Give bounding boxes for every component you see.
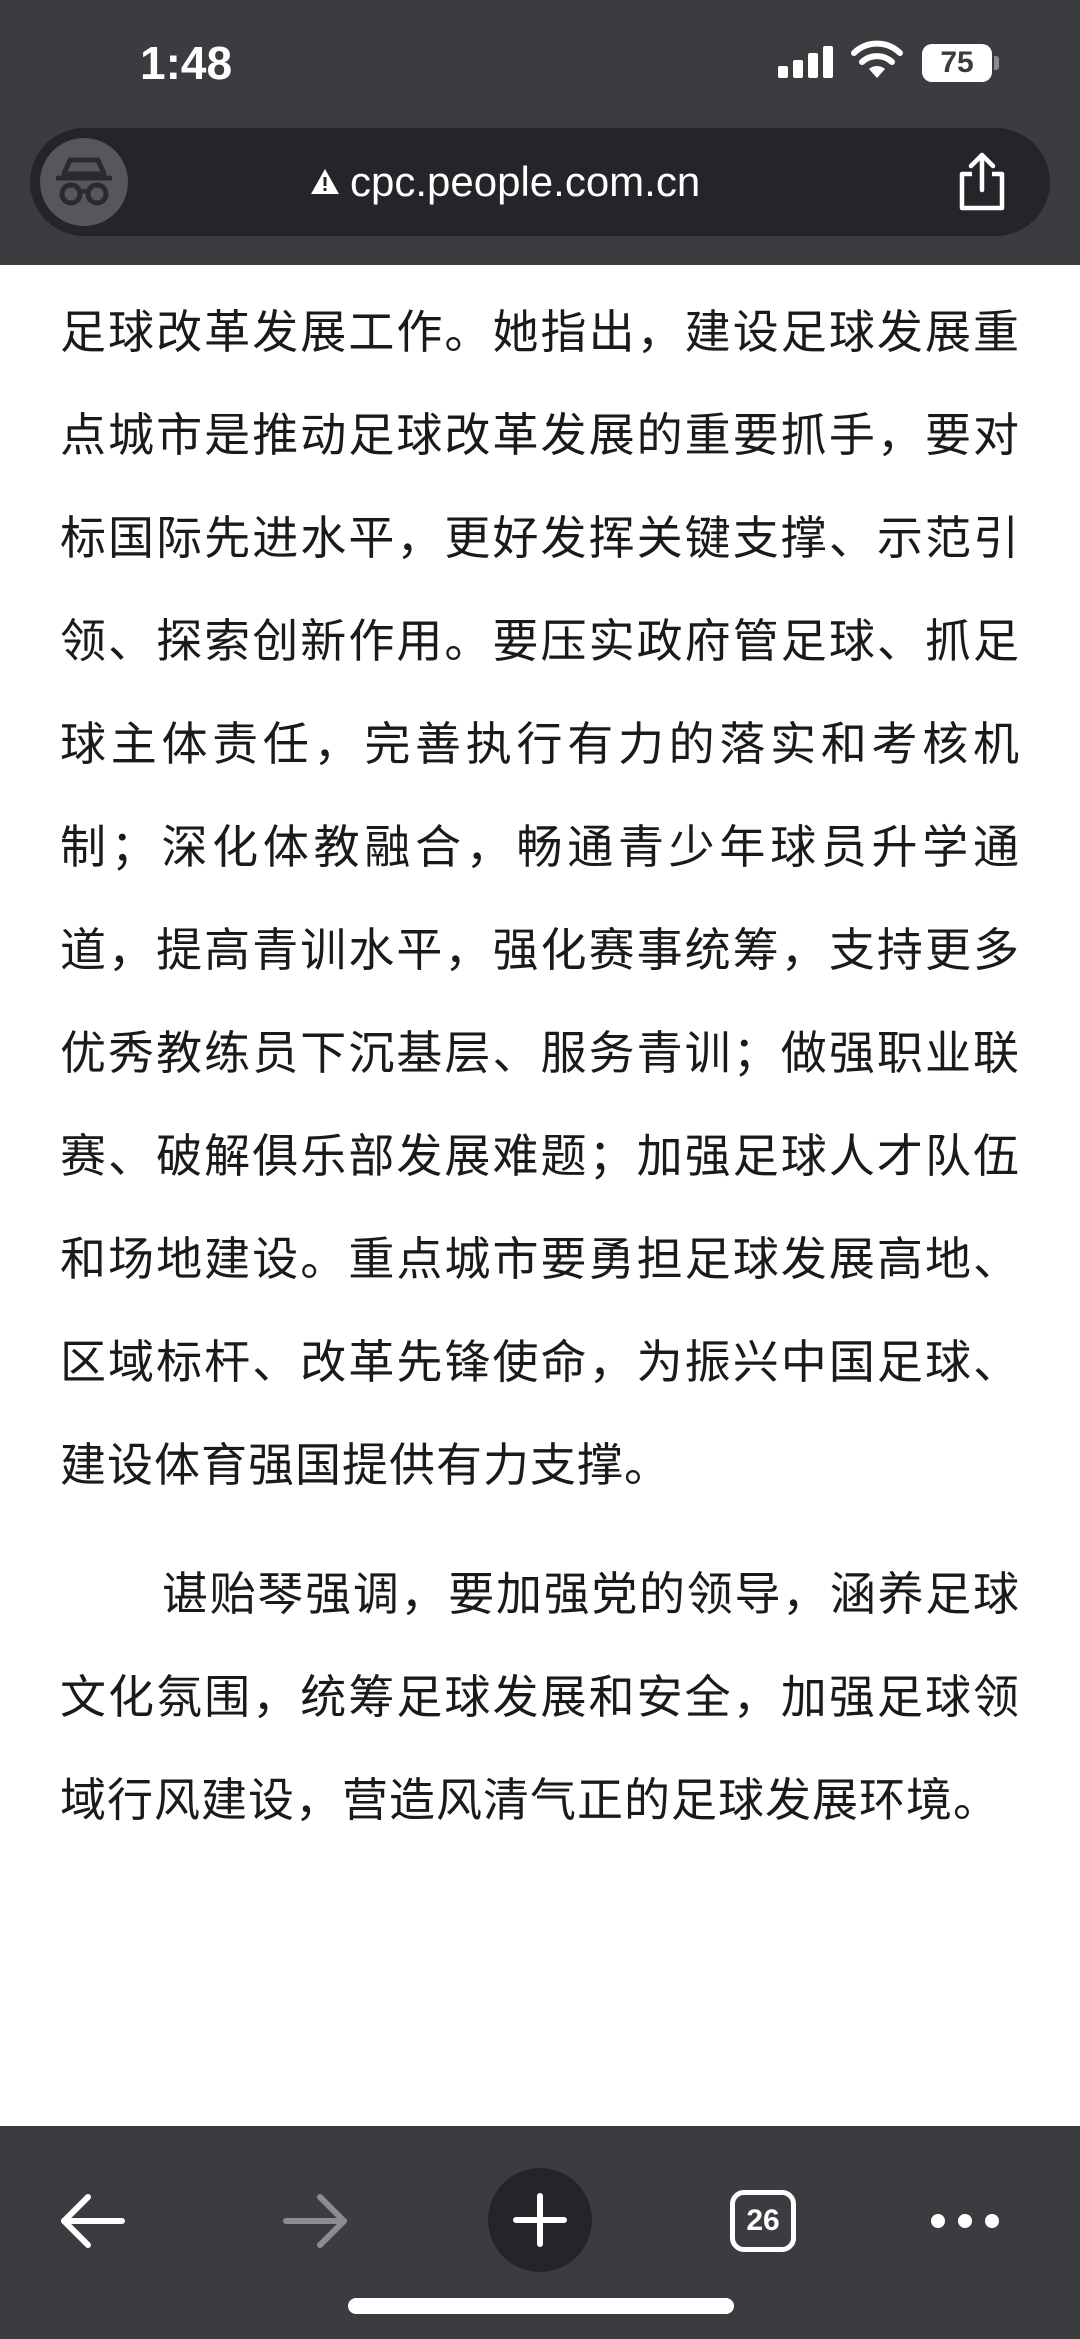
arrow-right-icon[interactable] <box>280 2186 350 2256</box>
incognito-button[interactable] <box>40 138 128 226</box>
plus-icon <box>513 2193 567 2247</box>
status-time: 1:48 <box>140 37 233 89</box>
status-bar: 1:48 75 <box>0 0 1080 130</box>
browser-screen: 1:48 75 cpc.people.com.cn 足球改革发展工作。她指出，建… <box>0 0 1080 2339</box>
battery-tip <box>994 56 999 70</box>
top-chrome: 1:48 75 cpc.people.com.cn <box>0 0 1080 265</box>
url-text: cpc.people.com.cn <box>350 158 701 205</box>
battery-icon: 75 <box>922 44 992 82</box>
more-icon[interactable] <box>930 2206 1000 2236</box>
share-icon[interactable] <box>950 150 1014 214</box>
tabs-button[interactable]: 26 <box>730 2190 796 2252</box>
new-tab-button[interactable] <box>488 2168 592 2272</box>
wifi-icon <box>851 40 903 78</box>
incognito-icon <box>56 157 112 206</box>
arrow-left-icon[interactable] <box>58 2186 128 2256</box>
article-content: 足球改革发展工作。她指出，建设足球发展重点城市是推动足球改革发展的重要抓手，要对… <box>60 265 1020 2125</box>
url-bar[interactable]: cpc.people.com.cn <box>30 128 1050 236</box>
cellular-signal-icon <box>778 46 834 78</box>
address-field[interactable]: cpc.people.com.cn <box>310 154 700 210</box>
article-paragraph: 谌贻琴强调，要加强党的领导，涵养足球文化氛围，统筹足球发展和安全，加强足球领域行… <box>60 1567 1020 1827</box>
warning-icon <box>311 169 339 194</box>
home-indicator[interactable] <box>348 2298 734 2314</box>
article-paragraph: 足球改革发展工作。她指出，建设足球发展重点城市是推动足球改革发展的重要抓手，要对… <box>60 305 1020 1492</box>
